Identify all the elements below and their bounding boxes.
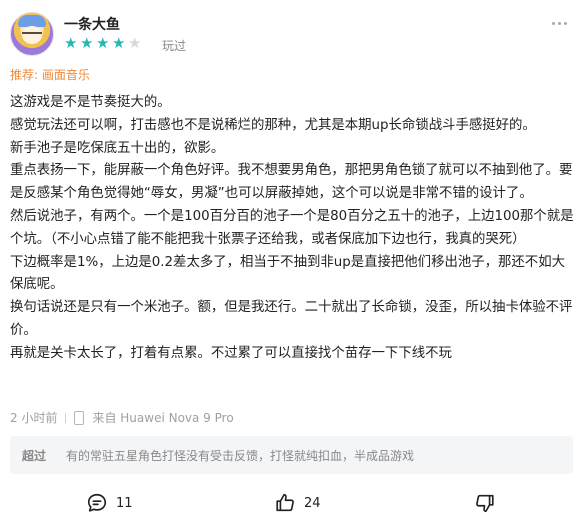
reply-preview[interactable]: 超过 有的常驻五星角色打怪没有受击反馈，打怪就纯扣血，半成品游戏 [10,436,573,474]
star-icon: ★ [96,34,110,52]
review-paragraph: 下边概率是1%，上边是0.2差太多了，相当于不抽到非up是直接把他们移出池子，那… [10,254,565,293]
review-content: 这游戏是不是节奏挺大的。 感觉玩法还可以啊，打击感也不是说稀烂的那种，尤其是本期… [10,92,575,366]
like-button[interactable]: 24 [274,492,321,514]
review-paragraph: 然后说池子，有两个。一个是100百分百的池子一个是80百分之五十的池子，上边10… [10,208,574,247]
review-header: 一条大鱼 ★ ★ ★ ★ ★ 玩过 [0,0,583,64]
star-icon: ★ [112,34,126,52]
reply-author[interactable]: 超过 [22,447,46,464]
review-paragraph: 重点表扬一下，能屏蔽一个角色好评。我不想要男角色，那把男角色锁了就可以不抽到他了… [10,163,573,202]
comment-button[interactable]: 11 [86,492,133,514]
device-label: 来自 Huawei Nova 9 Pro [92,411,234,425]
dislike-button[interactable] [474,492,496,514]
review-meta: 2 小时前 来自 Huawei Nova 9 Pro [10,409,234,426]
comment-icon [87,493,107,512]
comment-count: 11 [116,495,133,511]
post-time: 2 小时前 [10,411,58,425]
review-paragraph: 新手池子是吃保底五十出的，欲影。 [10,140,225,156]
review-paragraph: 这游戏是不是节奏挺大的。 [10,95,171,110]
user-avatar[interactable] [10,12,54,56]
rating-stars: ★ ★ ★ ★ ★ [64,34,142,52]
avatar-glasses [22,32,42,38]
like-count: 24 [304,495,321,511]
review-paragraph: 换句话说还是只有一个米池子。额，但是我还行。二十就出了长命锁，没歪，所以抽卡体验… [10,300,573,338]
played-label: 玩过 [162,39,187,53]
star-icon: ★ [64,34,78,52]
more-options-icon[interactable] [552,22,567,25]
thumbs-up-icon [276,493,294,512]
star-icon: ★ [80,34,94,52]
reply-text: 有的常驻五星角色打怪没有受击反馈，打怪就纯扣血，半成品游戏 [66,449,415,463]
thumbs-down-icon [476,494,494,513]
review-paragraph: 感觉玩法还可以啊，打击感也不是说稀烂的那种，尤其是本期up长命锁战斗手感挺好的。 [10,117,536,133]
star-empty-icon: ★ [128,34,142,52]
username[interactable]: 一条大鱼 [64,14,120,34]
recommend-tag: 推荐: 画面音乐 [10,68,90,82]
phone-icon [74,410,85,425]
review-paragraph: 再就是关卡太长了，打着有点累。不过累了可以直接找个苗存一下下线不玩 [10,345,452,361]
action-bar: 11 24 [0,490,583,520]
meta-divider [65,412,67,423]
